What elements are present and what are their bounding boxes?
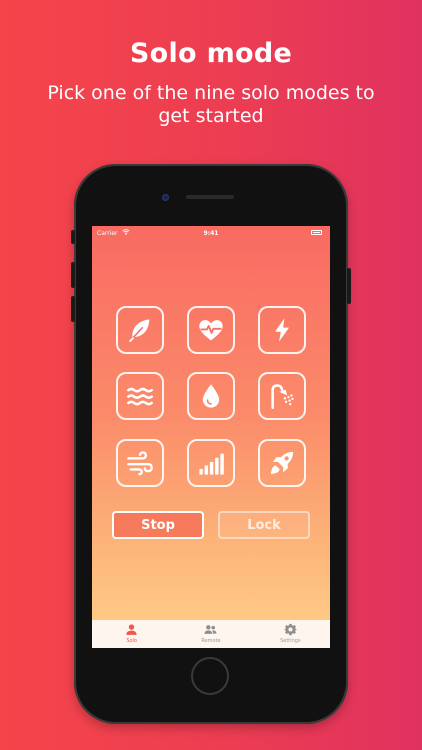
feather-icon <box>129 319 150 343</box>
tab-bar: Solo Remote Settings <box>92 620 330 648</box>
mode-waves-button[interactable] <box>116 372 164 420</box>
rocket-icon <box>270 451 294 475</box>
mode-lightning-button[interactable] <box>258 306 306 354</box>
home-button[interactable] <box>191 657 229 695</box>
mode-signal-bars-button[interactable] <box>187 439 235 487</box>
front-camera <box>162 194 169 201</box>
phone-silent-switch <box>71 230 75 244</box>
people-icon <box>205 625 217 634</box>
phone-volume-down <box>71 296 75 322</box>
heartbeat-icon <box>199 320 223 341</box>
signal-bars-icon <box>199 453 224 475</box>
phone-power-button <box>347 268 351 304</box>
tab-remote-label: Remote <box>201 638 221 644</box>
app-screen: Carrier 9:41 Stop Lock Solo Remote Setti… <box>92 226 330 648</box>
status-bar: Carrier 9:41 <box>92 226 330 242</box>
mode-heartbeat-button[interactable] <box>187 306 235 354</box>
subline: Pick one of the nine solo modes to get s… <box>47 82 375 127</box>
shower-icon <box>271 384 294 409</box>
stop-button[interactable]: Stop <box>112 511 204 539</box>
gear-icon <box>283 623 297 636</box>
mode-rocket-button[interactable] <box>258 439 306 487</box>
phone-frame: Carrier 9:41 Stop Lock Solo Remote Setti… <box>71 164 351 724</box>
tab-settings-label: Settings <box>280 638 301 644</box>
phone-volume-up <box>71 262 75 288</box>
battery-icon <box>311 230 322 235</box>
tab-settings[interactable]: Settings <box>251 620 330 648</box>
mode-water-drop-button[interactable] <box>187 372 235 420</box>
clock-time: 9:41 <box>203 230 219 237</box>
mode-feather-button[interactable] <box>116 306 164 354</box>
tab-remote[interactable]: Remote <box>171 620 250 648</box>
tab-solo-label: Solo <box>126 638 137 644</box>
wind-icon <box>127 451 153 476</box>
headline: Solo mode <box>129 38 293 69</box>
person-icon <box>126 624 137 635</box>
mode-shower-button[interactable] <box>258 372 306 420</box>
water-drop-icon <box>202 384 220 408</box>
lightning-icon <box>275 318 289 342</box>
lock-button[interactable]: Lock <box>218 511 310 539</box>
mode-wind-button[interactable] <box>116 439 164 487</box>
tab-solo[interactable]: Solo <box>92 620 171 648</box>
earpiece-speaker <box>186 195 234 199</box>
waves-icon <box>127 387 153 406</box>
